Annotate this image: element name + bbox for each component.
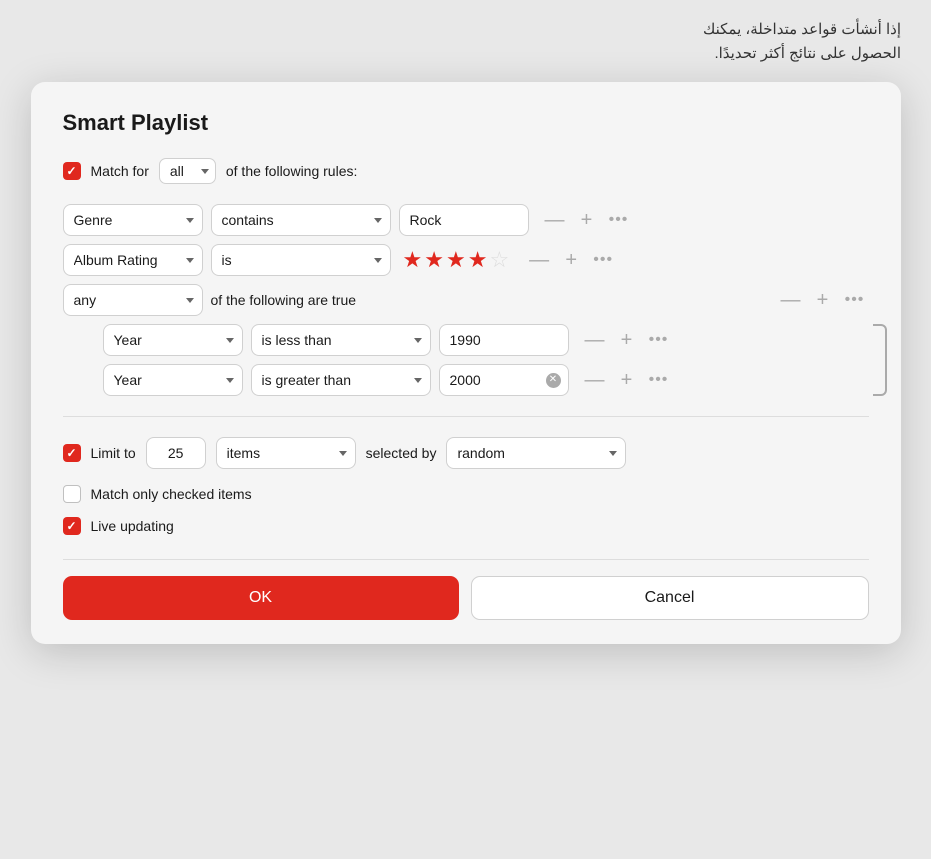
rule-rating-actions: — + ••• (525, 246, 617, 274)
nested-combinator-suffix: of the following are true (211, 292, 357, 308)
sub-rule-year-less: Year Genre Album Rating is less than is … (103, 324, 869, 356)
sub-rule-year-less-value[interactable] (439, 324, 569, 356)
rule-rating-remove[interactable]: — (525, 246, 553, 274)
selected-by-label: selected by (366, 445, 437, 461)
sub-rule-year-greater-field[interactable]: Year Genre Album Rating (103, 364, 243, 396)
sub-rule-year-less-field[interactable]: Year Genre Album Rating (103, 324, 243, 356)
rule-genre-condition[interactable]: contains does not contain is is not (211, 204, 391, 236)
match-checked-label: Match only checked items (91, 486, 252, 502)
sub-rule-year-less-remove[interactable]: — (581, 326, 609, 354)
match-checked-checkbox[interactable] (63, 485, 81, 503)
rule-rating-more[interactable]: ••• (589, 246, 617, 274)
limit-checkbox[interactable] (63, 444, 81, 462)
nested-bracket (873, 324, 887, 396)
star-rating[interactable]: ★ ★ ★ ★ ☆ (399, 249, 514, 271)
any-combinator-row: any all of the following are true — + ••… (63, 284, 869, 316)
sub-rule-year-greater-actions: — + ••• (581, 366, 673, 394)
cancel-button[interactable]: Cancel (471, 576, 869, 620)
sub-rule-year-less-more[interactable]: ••• (645, 326, 673, 354)
nested-group-more[interactable]: ••• (841, 286, 869, 314)
rule-genre-actions: — + ••• (541, 206, 633, 234)
arabic-tooltip: إذا أنشأت قواعد متداخلة، يمكنك الحصول عل… (0, 0, 931, 78)
sub-rule-year-greater-more[interactable]: ••• (645, 366, 673, 394)
star-4[interactable]: ★ (468, 249, 488, 271)
rule-rating-condition[interactable]: is is not is greater than is less than (211, 244, 391, 276)
sub-rule-year-greater-add[interactable]: + (613, 366, 641, 394)
rule-genre-more[interactable]: ••• (605, 206, 633, 234)
live-updating-checkbox[interactable] (63, 517, 81, 535)
match-row: Match for all any of the following rules… (63, 158, 869, 184)
sub-rule-year-less-add[interactable]: + (613, 326, 641, 354)
ok-button[interactable]: OK (63, 576, 459, 620)
nested-group-row: any all of the following are true — + ••… (63, 284, 869, 396)
limit-row: Limit to items MB GB hours selected by r… (63, 437, 869, 469)
rule-genre-value[interactable] (399, 204, 529, 236)
rule-genre: Genre Album Rating Year contains does no… (63, 204, 869, 236)
sub-rule-year-greater-clear[interactable]: ✕ (546, 373, 561, 388)
match-label-pre: Match for (91, 163, 149, 179)
nested-combinator-select[interactable]: any all (63, 284, 203, 316)
limit-label: Limit to (91, 445, 136, 461)
sub-rule-year-less-actions: — + ••• (581, 326, 673, 354)
sub-rule-year-greater-condition[interactable]: is greater than is less than is is not (251, 364, 431, 396)
sub-rule-year-greater: Year Genre Album Rating is greater than … (103, 364, 869, 396)
smart-playlist-dialog: Smart Playlist Match for all any of the … (31, 82, 901, 644)
live-updating-label: Live updating (91, 518, 174, 534)
star-5[interactable]: ☆ (489, 249, 509, 271)
limit-value[interactable] (146, 437, 206, 469)
rule-album-rating: Album Rating Genre Year is is not is gre… (63, 244, 869, 276)
dialog-title: Smart Playlist (63, 110, 869, 136)
match-checked-row: Match only checked items (63, 485, 869, 503)
rule-genre-field[interactable]: Genre Album Rating Year (63, 204, 203, 236)
nested-group-add[interactable]: + (809, 286, 837, 314)
limit-unit-select[interactable]: items MB GB hours (216, 437, 356, 469)
nested-rules-wrapper: Year Genre Album Rating is less than is … (63, 324, 869, 396)
nested-group-remove[interactable]: — (777, 286, 805, 314)
star-2[interactable]: ★ (424, 249, 444, 271)
nested-group-actions: — + ••• (777, 286, 869, 314)
divider (63, 416, 869, 417)
selected-by-select[interactable]: random album artist recently added (446, 437, 626, 469)
sub-rule-year-greater-remove[interactable]: — (581, 366, 609, 394)
dialog-footer: OK Cancel (63, 559, 869, 620)
rule-genre-remove[interactable]: — (541, 206, 569, 234)
rule-rating-add[interactable]: + (557, 246, 585, 274)
rule-genre-add[interactable]: + (573, 206, 601, 234)
match-selector[interactable]: all any (159, 158, 216, 184)
live-updating-row: Live updating (63, 517, 869, 535)
rules-section: Genre Album Rating Year contains does no… (63, 204, 869, 396)
sub-rule-year-greater-input-wrap: ✕ (439, 364, 569, 396)
rule-rating-field[interactable]: Album Rating Genre Year (63, 244, 203, 276)
match-label-post: of the following rules: (226, 163, 358, 179)
match-checkbox[interactable] (63, 162, 81, 180)
nested-rules: Year Genre Album Rating is less than is … (103, 324, 869, 396)
star-1[interactable]: ★ (403, 249, 423, 271)
sub-rule-year-less-condition[interactable]: is less than is greater than is is not (251, 324, 431, 356)
star-3[interactable]: ★ (446, 249, 466, 271)
